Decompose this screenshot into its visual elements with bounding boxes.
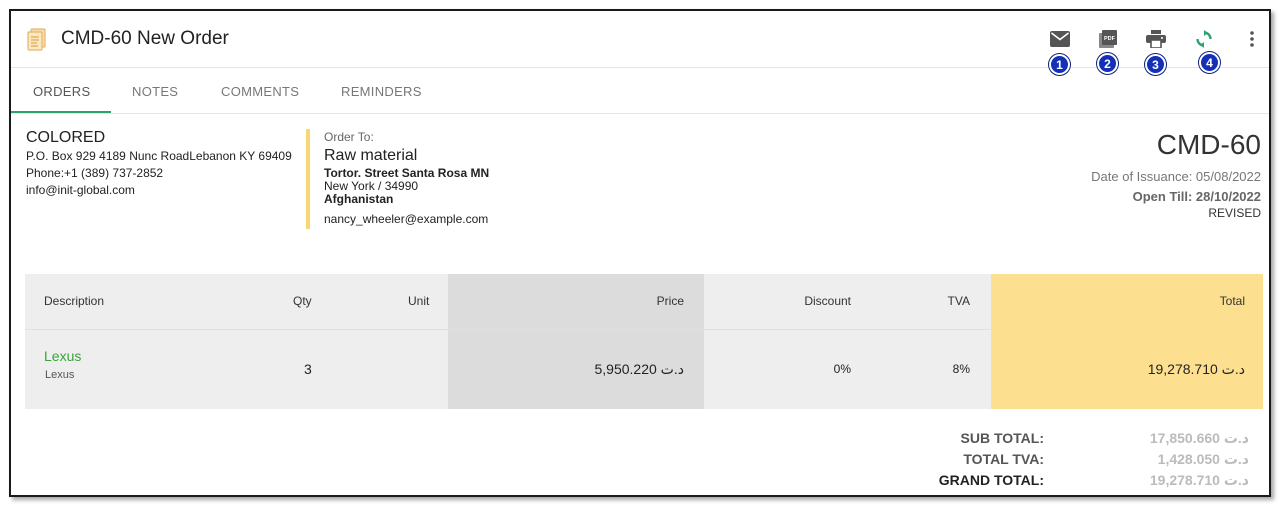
email-icon (1050, 31, 1070, 47)
print-icon (1146, 30, 1166, 48)
total-tva-label: TOTAL TVA: (963, 451, 1044, 467)
tab-reminders[interactable]: REMINDERS (341, 84, 422, 99)
order-number: CMD-60 (1156, 129, 1261, 160)
order-to-label: Order To: (324, 130, 374, 144)
item-subtitle: Lexus (45, 369, 75, 381)
tab-bar: ORDERS NOTES COMMENTS REMINDERS (11, 69, 1269, 114)
header-qty: Qty (293, 294, 312, 308)
tab-comments[interactable]: COMMENTS (221, 84, 299, 99)
header-discount: Discount (804, 294, 851, 308)
header-description: Description (44, 294, 105, 308)
refresh-icon (1196, 30, 1212, 48)
order-to-accent (306, 129, 310, 229)
sub-total-label: SUB TOTAL: (960, 430, 1044, 446)
company-email: info@init-global.com (26, 183, 135, 197)
tab-orders[interactable]: ORDERS (33, 84, 90, 99)
order-status: REVISED (1208, 206, 1261, 220)
order-window: CMD-60 New Order 1 PDF 2 3 4 ORDERS NOTE… (9, 9, 1271, 497)
header-tva: TVA (947, 294, 970, 308)
active-tab-indicator (11, 111, 111, 113)
item-discount: 0% (833, 362, 851, 376)
grand-total-label: GRAND TOTAL: (938, 472, 1044, 488)
tab-notes[interactable]: NOTES (132, 84, 178, 99)
item-total: د.ت 19,278.710 (1147, 361, 1245, 377)
table-divider (25, 329, 1263, 330)
order-to-city: New York / 34990 (324, 179, 419, 193)
header-unit: Unit (408, 294, 430, 308)
pdf-button[interactable]: PDF (1096, 27, 1120, 51)
item-name-link[interactable]: Lexus (44, 348, 81, 364)
order-to-street: Tortor. Street Santa Rosa MN (324, 166, 490, 180)
more-menu-button[interactable] (1240, 27, 1264, 51)
document-icon (27, 28, 46, 51)
print-button[interactable] (1144, 27, 1168, 51)
item-qty: 3 (304, 361, 312, 377)
order-to-name: Raw material (324, 147, 418, 164)
item-tva: 8% (952, 362, 970, 376)
company-address: P.O. Box 929 4189 Nunc RoadLebanon KY 69… (26, 149, 292, 163)
header-total: Total (1219, 294, 1245, 308)
order-to-country: Afghanistan (324, 192, 394, 206)
header-price: Price (656, 294, 684, 308)
order-to-email: nancy_wheeler@example.com (324, 212, 489, 226)
item-price: د.ت 5,950.220 (594, 361, 685, 377)
company-phone: Phone:+1 (389) 737-2852 (26, 166, 164, 180)
total-tva-value: د.ت 1,428.050 (1157, 451, 1249, 467)
pdf-icon-label: PDF (1104, 36, 1116, 42)
company-name: COLORED (26, 129, 106, 146)
open-till-date: Open Till: 28/10/2022 (1132, 189, 1261, 204)
more-vert-icon (1250, 31, 1254, 47)
issuance-date: Date of Issuance: 05/08/2022 (1091, 169, 1261, 184)
page-header: CMD-60 New Order 1 PDF 2 3 4 (11, 11, 1269, 75)
email-button[interactable] (1048, 27, 1072, 51)
grand-total-value: د.ت 19,278.710 (1149, 472, 1249, 488)
pdf-icon: PDF (1099, 30, 1117, 48)
refresh-button[interactable] (1192, 27, 1216, 51)
sub-total-value: د.ت 17,850.660 (1149, 430, 1249, 446)
page-title: CMD-60 New Order (61, 28, 229, 49)
